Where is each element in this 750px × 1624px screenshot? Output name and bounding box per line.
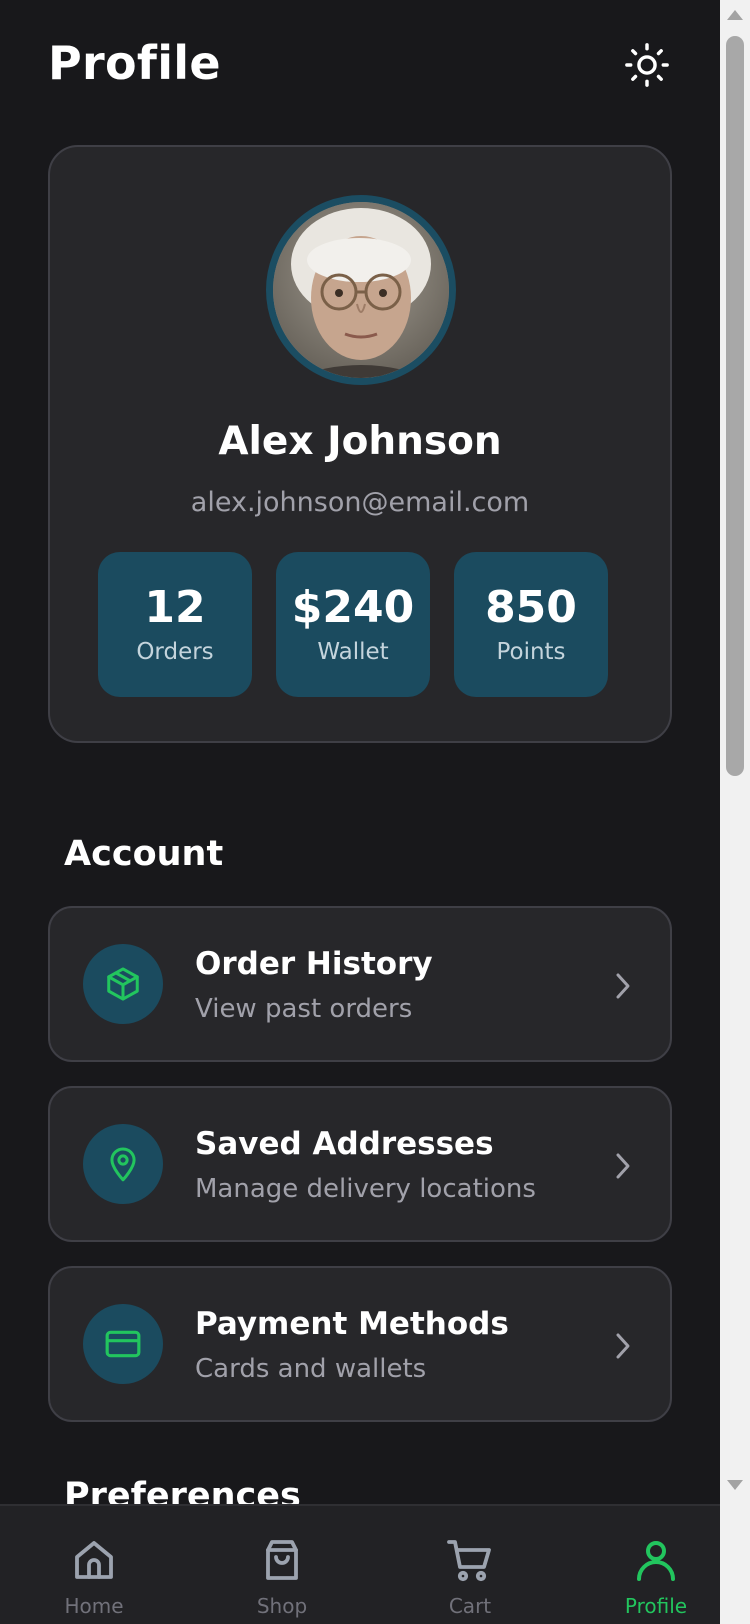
- nav-label: Profile: [624, 1594, 688, 1618]
- menu-item-subtitle: View past orders: [195, 994, 413, 1024]
- menu-item-title: Order History: [195, 946, 433, 982]
- nav-label: Shop: [256, 1594, 308, 1618]
- stat-value: 850: [485, 582, 577, 633]
- stat-points[interactable]: 850 Points: [454, 552, 608, 697]
- avatar-photo: [273, 202, 449, 378]
- nav-label: Home: [64, 1594, 124, 1618]
- nav-item-profile[interactable]: Profile: [566, 1506, 720, 1624]
- user-email: alex.johnson@email.com: [190, 487, 530, 518]
- package-icon: [107, 967, 139, 1001]
- profile-card: Alex Johnson alex.johnson@email.com 12 O…: [48, 145, 672, 743]
- scrollbar-thumb[interactable]: [726, 36, 744, 776]
- menu-item-title: Payment Methods: [195, 1306, 509, 1342]
- scroll-down-arrow-icon[interactable]: [727, 1480, 743, 1490]
- chevron-right-icon: [608, 1328, 638, 1364]
- stat-value: 12: [144, 582, 206, 633]
- credit-card-icon: [105, 1330, 141, 1358]
- menu-item-saved-addresses[interactable]: Saved Addresses Manage delivery location…: [48, 1086, 672, 1242]
- menu-icon-wrap: [83, 1124, 163, 1204]
- user-icon: [637, 1541, 675, 1581]
- nav-label: Cart: [448, 1594, 492, 1618]
- stat-label: Points: [496, 639, 566, 665]
- cart-icon: [447, 1540, 491, 1582]
- scrollbar[interactable]: [720, 0, 750, 1624]
- scroll-up-arrow-icon[interactable]: [727, 10, 743, 20]
- shopping-bag-icon: [266, 1540, 298, 1580]
- section-title-account: Account: [64, 834, 224, 874]
- avatar[interactable]: [266, 195, 456, 385]
- map-pin-icon: [110, 1147, 136, 1182]
- chevron-right-icon: [608, 968, 638, 1004]
- menu-item-title: Saved Addresses: [195, 1126, 494, 1162]
- user-name: Alex Johnson: [218, 419, 502, 464]
- menu-icon-wrap: [83, 1304, 163, 1384]
- stat-orders[interactable]: 12 Orders: [98, 552, 252, 697]
- sun-icon: [625, 43, 669, 87]
- menu-icon-wrap: [83, 944, 163, 1024]
- menu-item-order-history[interactable]: Order History View past orders: [48, 906, 672, 1062]
- home-icon: [75, 1541, 113, 1579]
- nav-item-home[interactable]: Home: [4, 1506, 184, 1624]
- chevron-right-icon: [608, 1148, 638, 1184]
- profile-screen: Profile Alex Johnson alex.johnson@email.…: [0, 0, 720, 1624]
- stat-value: $240: [291, 582, 415, 633]
- menu-item-payment-methods[interactable]: Payment Methods Cards and wallets: [48, 1266, 672, 1422]
- bottom-nav: Home Shop Cart Profile: [0, 1504, 720, 1624]
- stat-label: Wallet: [317, 639, 389, 665]
- nav-item-shop[interactable]: Shop: [192, 1506, 372, 1624]
- menu-item-subtitle: Manage delivery locations: [195, 1174, 536, 1204]
- theme-toggle-button[interactable]: [622, 40, 672, 90]
- menu-item-subtitle: Cards and wallets: [195, 1354, 427, 1384]
- nav-item-cart[interactable]: Cart: [380, 1506, 560, 1624]
- stat-label: Orders: [136, 639, 214, 665]
- page-title: Profile: [48, 36, 221, 90]
- stat-wallet[interactable]: $240 Wallet: [276, 552, 430, 697]
